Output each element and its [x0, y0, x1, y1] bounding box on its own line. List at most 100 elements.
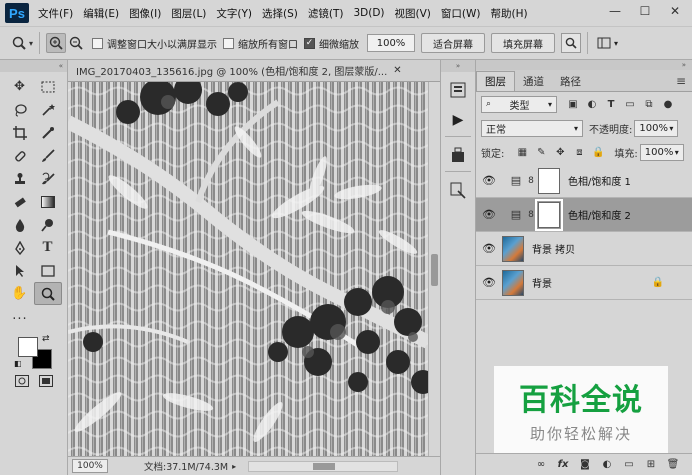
zoom-tool-icon[interactable]: [33, 282, 62, 305]
screen-mode-icon[interactable]: [38, 375, 53, 387]
new-layer-icon[interactable]: ⊞: [640, 459, 662, 470]
filter-adjustment-icon[interactable]: ◐: [584, 96, 600, 112]
adjustment-layer-icon[interactable]: ◐: [596, 459, 618, 470]
layer-row[interactable]: 👁 背景 🔒: [476, 266, 692, 300]
filter-shape-icon[interactable]: ▭: [622, 96, 638, 112]
menu-edit[interactable]: 编辑(E): [78, 6, 124, 21]
fit-screen-button[interactable]: 适合屏幕: [421, 33, 486, 53]
fill-screen-button[interactable]: 填充屏幕: [491, 33, 556, 53]
maximize-button[interactable]: ☐: [630, 0, 660, 22]
tab-channels[interactable]: 通道: [515, 71, 552, 91]
scrubby-zoom-checkbox[interactable]: ✓ 细微缩放: [304, 36, 359, 51]
menu-file[interactable]: 文件(F): [33, 6, 78, 21]
blur-tool-icon[interactable]: [6, 213, 34, 236]
layer-mask-thumbnail[interactable]: [535, 198, 563, 231]
tool-preset-picker[interactable]: ▾: [12, 36, 33, 50]
magic-wand-tool-icon[interactable]: [34, 98, 62, 121]
history-brush-tool-icon[interactable]: [34, 167, 62, 190]
eye-icon[interactable]: 👁: [476, 242, 502, 255]
status-zoom-field[interactable]: 100%: [72, 459, 108, 473]
canvas[interactable]: [68, 82, 440, 456]
eyedropper-tool-icon[interactable]: [34, 121, 62, 144]
opacity-field[interactable]: 100% ▾: [634, 119, 679, 137]
vertical-scrollbar[interactable]: [428, 82, 440, 456]
workspace-button[interactable]: [594, 33, 614, 53]
lock-artboard-icon[interactable]: ⧈: [571, 144, 587, 160]
properties-panel-icon[interactable]: [446, 143, 470, 167]
lock-all-icon[interactable]: 🔒: [590, 144, 606, 160]
path-selection-tool-icon[interactable]: [6, 259, 34, 282]
menu-layer[interactable]: 图层(L): [166, 6, 211, 21]
menu-window[interactable]: 窗口(W): [436, 6, 486, 21]
filter-type-icon[interactable]: T: [603, 96, 619, 112]
filter-kind-select[interactable]: ⌕ 类型 ▾: [481, 95, 557, 113]
eye-icon[interactable]: 👁: [476, 174, 502, 187]
panel-collapse-icon[interactable]: «: [0, 60, 67, 72]
menu-view[interactable]: 视图(V): [390, 6, 436, 21]
tab-layers[interactable]: 图层: [476, 71, 515, 91]
healing-brush-tool-icon[interactable]: [6, 144, 34, 167]
default-colors-icon[interactable]: ◧: [14, 359, 22, 368]
zoom-in-button[interactable]: [46, 33, 67, 53]
horizontal-scrollbar[interactable]: [248, 460, 399, 472]
eraser-tool-icon[interactable]: [6, 190, 34, 213]
document-tab[interactable]: IMG_20170403_135616.jpg @ 100% (色相/饱和度 2…: [68, 60, 440, 82]
pen-tool-icon[interactable]: [6, 236, 34, 259]
menu-help[interactable]: 帮助(H): [486, 6, 533, 21]
filter-toggle-icon[interactable]: ●: [660, 96, 676, 112]
brush-tool-icon[interactable]: [34, 144, 62, 167]
scroll-thumb[interactable]: [431, 254, 438, 286]
gradient-tool-icon[interactable]: [34, 190, 62, 213]
layer-row[interactable]: 👁 ▤ 8 色相/饱和度 2: [476, 198, 692, 232]
minimize-button[interactable]: —: [600, 0, 630, 22]
menu-type[interactable]: 文字(Y): [211, 6, 257, 21]
menu-image[interactable]: 图像(I): [124, 6, 166, 21]
group-folder-icon[interactable]: ▭: [618, 459, 640, 470]
layer-style-button[interactable]: fx: [552, 459, 574, 470]
swap-colors-icon[interactable]: ⇄: [42, 334, 50, 344]
panel-menu-icon[interactable]: ≡: [676, 74, 686, 88]
layer-row[interactable]: 👁 ▤ 8 色相/饱和度 1: [476, 164, 692, 198]
crop-tool-icon[interactable]: [6, 121, 34, 144]
menu-select[interactable]: 选择(S): [257, 6, 303, 21]
close-button[interactable]: ✕: [660, 0, 690, 22]
more-tools-icon[interactable]: ···: [10, 311, 30, 327]
move-tool-icon[interactable]: ✥: [6, 75, 34, 98]
scroll-thumb[interactable]: [313, 462, 336, 470]
layer-row[interactable]: 👁 背景 拷贝: [476, 232, 692, 266]
link-icon[interactable]: 8: [526, 176, 536, 186]
hand-tool-icon[interactable]: ✋: [6, 282, 34, 305]
quick-mask-icon[interactable]: [14, 375, 29, 387]
zoom-out-button[interactable]: [66, 33, 86, 53]
tab-paths[interactable]: 路径: [552, 71, 589, 91]
type-tool-icon[interactable]: T: [34, 236, 62, 259]
rectangle-tool-icon[interactable]: [34, 259, 62, 282]
filter-pixel-icon[interactable]: ▣: [565, 96, 581, 112]
filter-smart-object-icon[interactable]: ⧉: [641, 96, 657, 112]
character-panel-icon[interactable]: [446, 178, 470, 202]
zoom-value-field[interactable]: 100%: [367, 34, 416, 52]
menu-3d[interactable]: 3D(D): [348, 7, 389, 19]
link-icon[interactable]: 8: [526, 210, 536, 220]
dock-expand-icon[interactable]: »: [441, 60, 475, 72]
trash-icon[interactable]: 🗑: [662, 459, 684, 470]
menu-filter[interactable]: 滤镜(T): [303, 6, 349, 21]
dodge-tool-icon[interactable]: [34, 213, 62, 236]
search-button[interactable]: [561, 33, 582, 53]
eye-icon[interactable]: 👁: [476, 276, 502, 289]
lasso-tool-icon[interactable]: [6, 98, 34, 121]
lock-image-icon[interactable]: ✎: [533, 144, 549, 160]
resize-windows-checkbox[interactable]: 调整窗口大小以满屏显示: [92, 36, 217, 51]
blend-mode-select[interactable]: 正常 ▾: [481, 119, 583, 137]
layer-mask-thumbnail[interactable]: [538, 167, 560, 194]
panel-collapse-icon[interactable]: »: [476, 60, 692, 70]
status-menu-icon[interactable]: ▸: [232, 462, 236, 471]
history-panel-icon[interactable]: [446, 78, 470, 102]
fill-field[interactable]: 100% ▾: [639, 143, 684, 161]
link-layers-icon[interactable]: ∞: [530, 459, 552, 470]
eye-icon[interactable]: 👁: [476, 208, 502, 221]
lock-position-icon[interactable]: ✥: [552, 144, 568, 160]
zoom-all-windows-checkbox[interactable]: 缩放所有窗口: [223, 36, 298, 51]
actions-play-icon[interactable]: ▶: [446, 108, 470, 132]
close-document-icon[interactable]: ✕: [393, 65, 401, 76]
